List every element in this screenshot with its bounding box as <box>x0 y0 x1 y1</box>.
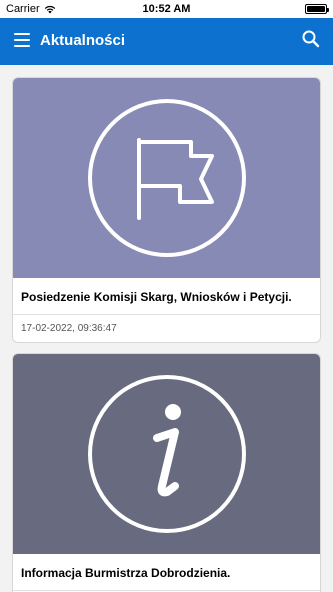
news-image <box>13 354 320 554</box>
news-list[interactable]: Posiedzenie Komisji Skarg, Wniosków i Pe… <box>0 65 333 592</box>
news-headline: Posiedzenie Komisji Skarg, Wniosków i Pe… <box>13 278 320 315</box>
page-title: Aktualności <box>40 32 126 49</box>
news-card[interactable]: Informacja Burmistrza Dobrodzienia. <box>12 353 321 592</box>
news-headline: Informacja Burmistrza Dobrodzienia. <box>13 554 320 591</box>
hamburger-icon[interactable] <box>14 33 30 47</box>
news-image <box>13 78 320 278</box>
search-icon[interactable] <box>301 29 321 49</box>
info-icon <box>88 375 246 533</box>
clock: 10:52 AM <box>142 3 191 15</box>
battery-icon <box>305 4 329 14</box>
status-bar: Carrier 10:52 AM <box>0 0 333 18</box>
news-card[interactable]: Posiedzenie Komisji Skarg, Wniosków i Pe… <box>12 77 321 343</box>
news-date: 17-02-2022, 09:36:47 <box>21 323 117 334</box>
flag-icon <box>88 99 246 257</box>
app-bar: Aktualności <box>0 18 333 65</box>
